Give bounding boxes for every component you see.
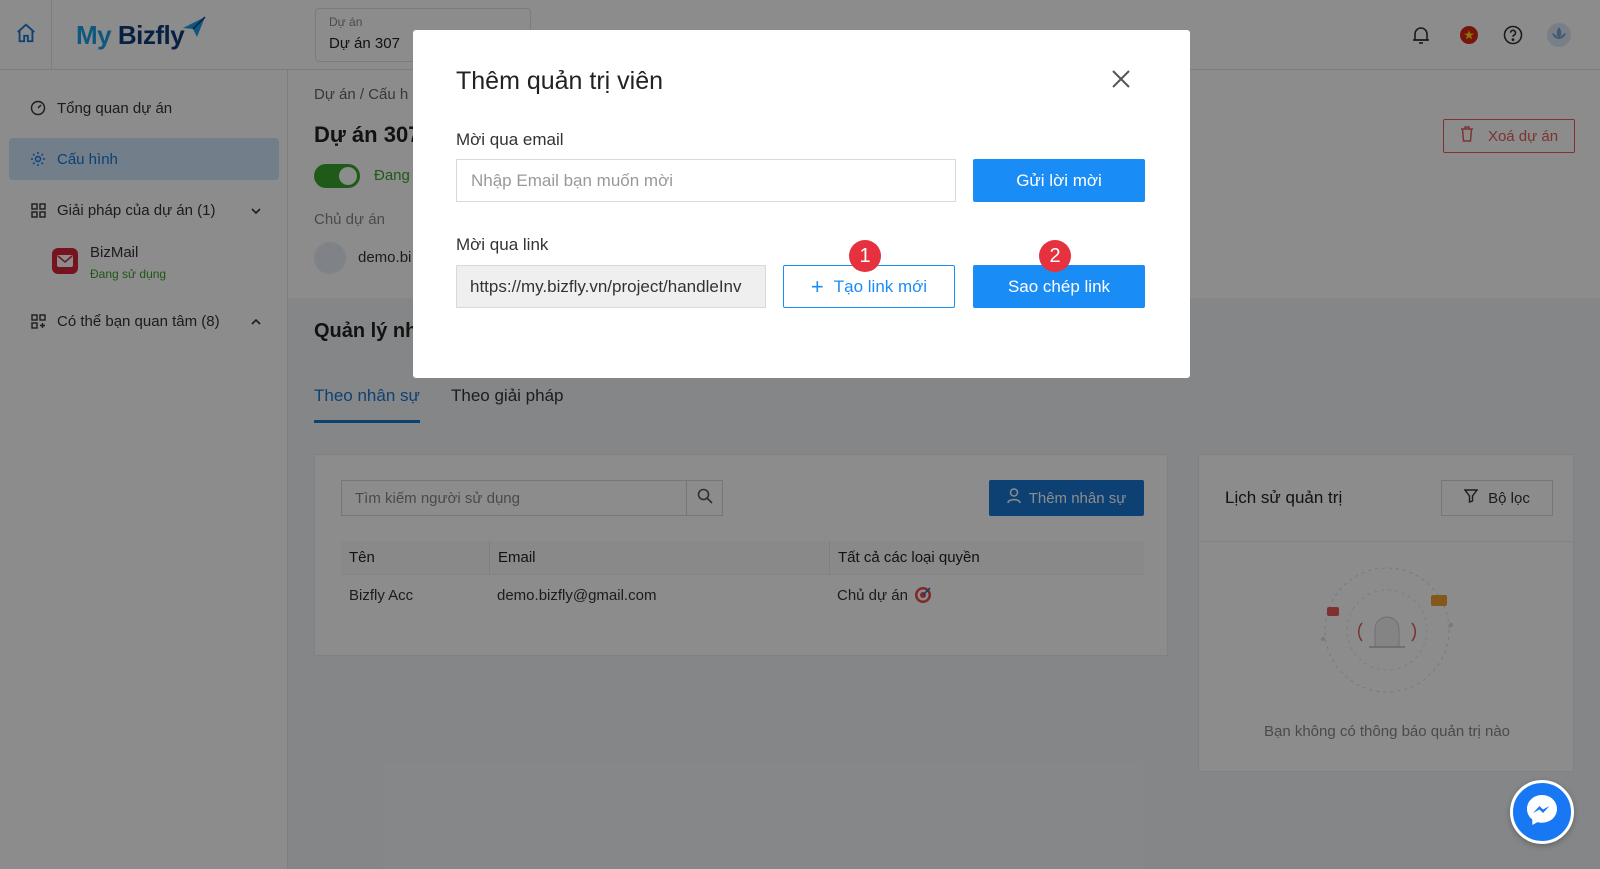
close-icon [1111,69,1131,94]
create-link-label: Tạo link mới [833,276,928,296]
step-badge-1: 1 [849,240,881,272]
send-invite-button[interactable]: Gửi lời mời [973,159,1145,202]
add-admin-modal: Thêm quản trị viên Mời qua email Gửi lời… [413,30,1190,378]
plus-icon: + [810,273,824,299]
email-field-wrap [456,159,956,202]
close-button[interactable] [1108,68,1134,94]
modal-title: Thêm quản trị viên [456,67,664,95]
step-badge-2: 2 [1039,240,1071,272]
invite-link-field[interactable]: https://my.bizfly.vn/project/handleInv [456,265,766,308]
link-invite-label: Mời qua link [456,235,549,254]
email-invite-label: Mời qua email [456,130,564,149]
messenger-icon [1524,792,1560,833]
messenger-button[interactable] [1510,780,1574,844]
email-field[interactable] [471,170,955,191]
